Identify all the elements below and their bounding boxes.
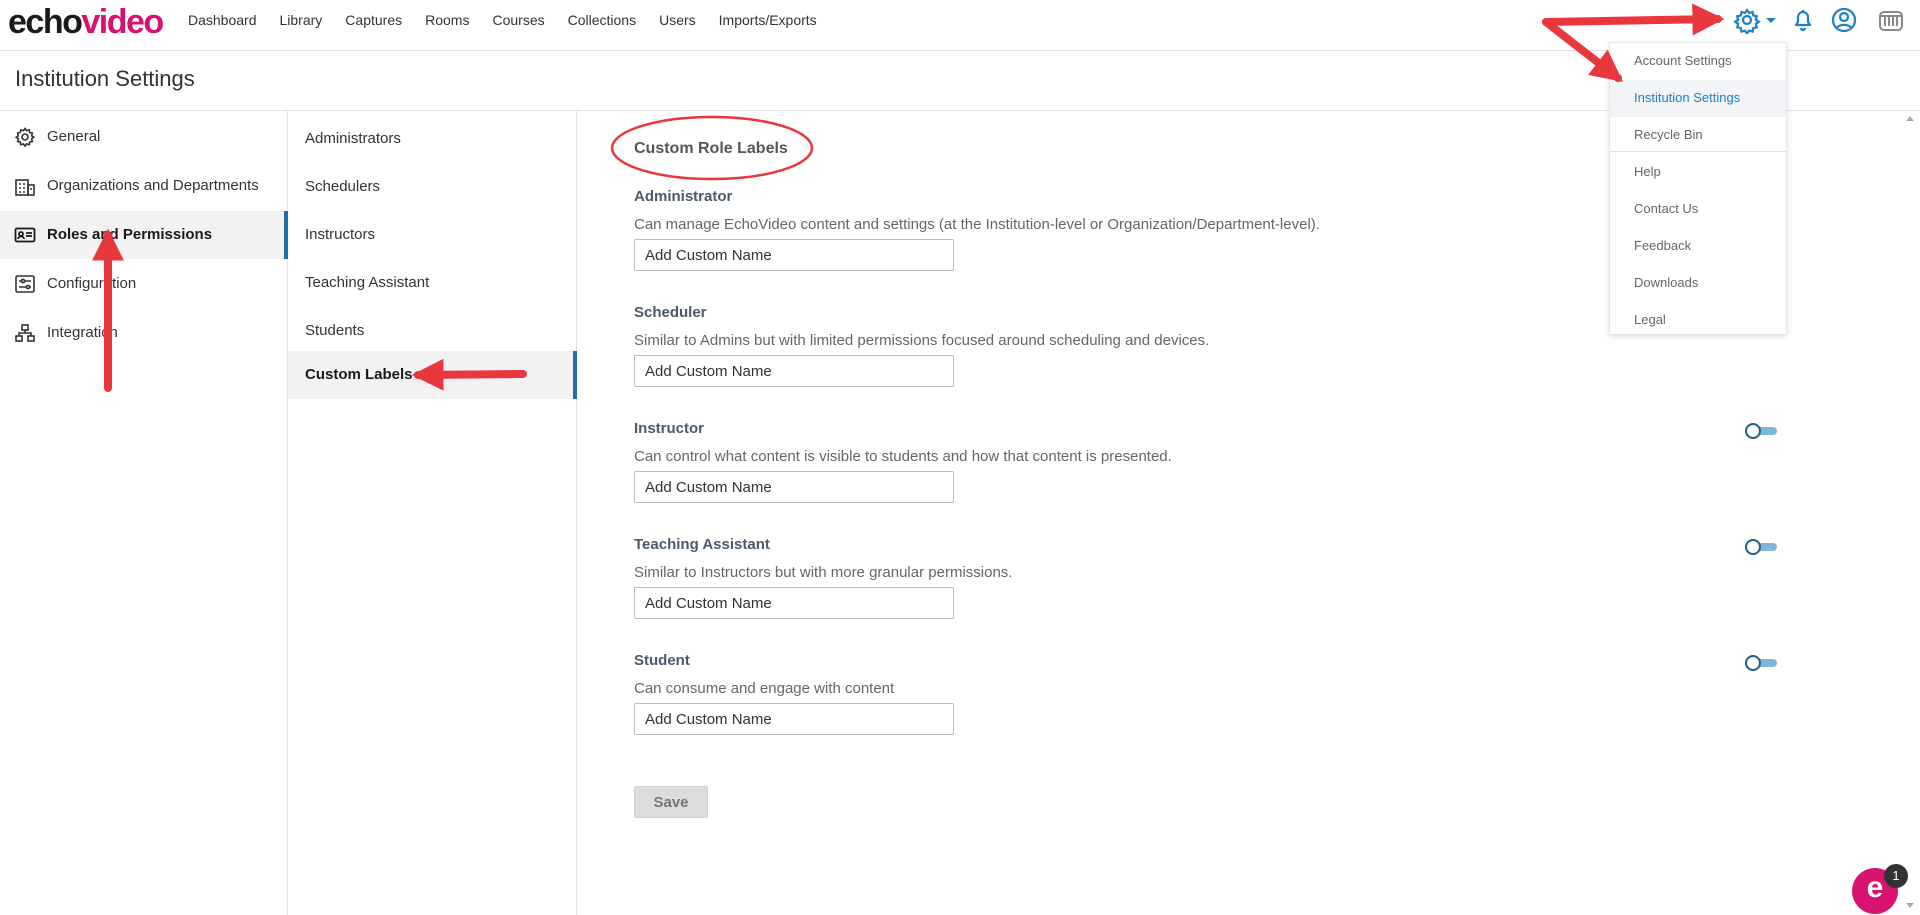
sidebar-item-label: General	[47, 128, 101, 145]
network-icon	[14, 323, 36, 343]
menu-item-institution-settings[interactable]: Institution Settings	[1610, 80, 1786, 117]
nav-users[interactable]: Users	[659, 12, 696, 28]
nav-courses[interactable]: Courses	[492, 12, 544, 28]
role-name: Student	[634, 652, 690, 669]
save-button[interactable]: Save	[634, 786, 708, 818]
main-nav: Dashboard Library Captures Rooms Courses…	[188, 0, 840, 40]
subnav-item-label: Custom Labels	[305, 366, 413, 383]
subnav-item-label: Students	[305, 322, 365, 339]
menu-item-label: Recycle Bin	[1634, 127, 1703, 142]
subnav-item-instructors[interactable]: Instructors	[288, 211, 577, 259]
teaching-assistant-custom-name-input[interactable]	[634, 587, 954, 619]
subnav-item-label: Teaching Assistant	[305, 274, 430, 291]
menu-item-help[interactable]: Help	[1610, 154, 1786, 191]
menu-item-label: Legal	[1634, 312, 1666, 327]
menu-item-label: Downloads	[1634, 275, 1699, 290]
administrator-custom-name-input[interactable]	[634, 239, 954, 271]
toggle-knob	[1745, 539, 1761, 555]
sidebar-item-configuration[interactable]: Configuration	[0, 260, 288, 308]
teaching-assistant-toggle[interactable]	[1745, 539, 1779, 555]
settings-dropdown-menu: Account Settings Institution Settings Re…	[1609, 42, 1787, 335]
menu-item-label: Account Settings	[1634, 53, 1732, 68]
menu-item-feedback[interactable]: Feedback	[1610, 228, 1786, 265]
role-name: Scheduler	[634, 304, 707, 321]
subnav-item-teaching-assistant[interactable]: Teaching Assistant	[288, 259, 577, 307]
nav-captures[interactable]: Captures	[345, 12, 402, 28]
subnav-item-custom-labels[interactable]: Custom Labels	[288, 351, 577, 399]
sidebar-item-roles-permissions[interactable]: Roles and Permissions	[0, 211, 288, 259]
sliders-icon	[14, 274, 36, 294]
section-title: Custom Role Labels	[634, 140, 788, 157]
student-custom-name-input[interactable]	[634, 703, 954, 735]
toggle-knob	[1745, 655, 1761, 671]
subnav-item-label: Instructors	[305, 226, 376, 243]
nav-library[interactable]: Library	[280, 12, 323, 28]
nav-rooms[interactable]: Rooms	[425, 12, 469, 28]
building-icon	[14, 176, 36, 196]
gear-icon[interactable]	[1733, 6, 1761, 34]
logo-part-2: video	[81, 3, 164, 41]
menu-item-label: Institution Settings	[1634, 90, 1741, 105]
subnav-item-administrators[interactable]: Administrators	[288, 115, 577, 163]
scheduler-custom-name-input[interactable]	[634, 355, 954, 387]
subnav-item-label: Administrators	[305, 130, 401, 147]
menu-item-recycle-bin[interactable]: Recycle Bin	[1610, 117, 1786, 154]
nav-collections[interactable]: Collections	[568, 12, 636, 28]
caret-down-icon[interactable]	[1765, 6, 1777, 34]
menu-item-label: Contact Us	[1634, 201, 1699, 216]
roles-subnav: Administrators Schedulers Instructors Te…	[288, 111, 577, 915]
subnav-item-students[interactable]: Students	[288, 307, 577, 355]
role-block-student: Student Can consume and engage with cont…	[634, 652, 1834, 762]
scroll-up-arrow-icon[interactable]	[1905, 114, 1915, 122]
scroll-down-arrow-icon[interactable]	[1905, 902, 1915, 910]
role-description: Similar to Admins but with limited permi…	[634, 332, 1210, 349]
menu-item-contact-us[interactable]: Contact Us	[1610, 191, 1786, 228]
nav-imports-exports[interactable]: Imports/Exports	[719, 12, 817, 28]
sidebar-item-integration[interactable]: Integration	[0, 309, 288, 357]
id-card-icon	[14, 225, 36, 245]
echovideo-logo[interactable]: echovideo	[8, 2, 164, 42]
role-block-teaching-assistant: Teaching Assistant Similar to Instructor…	[634, 536, 1834, 646]
sidebar-item-label: Organizations and Departments	[47, 177, 259, 194]
gear-icon	[14, 127, 36, 147]
toggle-knob	[1745, 423, 1761, 439]
instructor-custom-name-input[interactable]	[634, 471, 954, 503]
menu-item-legal[interactable]: Legal	[1610, 302, 1786, 339]
page-title: Institution Settings	[15, 66, 195, 91]
institution-logo-icon[interactable]	[1877, 6, 1905, 34]
nav-dashboard[interactable]: Dashboard	[188, 12, 257, 28]
student-toggle[interactable]	[1745, 655, 1779, 671]
menu-item-account-settings[interactable]: Account Settings	[1610, 43, 1786, 80]
role-description: Can control what content is visible to s…	[634, 448, 1172, 465]
menu-item-downloads[interactable]: Downloads	[1610, 265, 1786, 302]
sidebar-item-general[interactable]: General	[0, 113, 288, 161]
settings-sidebar: General Organizations and Departments Ro…	[0, 111, 288, 915]
role-description: Can consume and engage with content	[634, 680, 895, 697]
menu-divider	[1610, 151, 1786, 152]
role-block-instructor: Instructor Can control what content is v…	[634, 420, 1834, 530]
subnav-item-schedulers[interactable]: Schedulers	[288, 163, 577, 211]
role-name: Administrator	[634, 188, 733, 205]
logo-part-1: echo	[8, 3, 83, 41]
instructor-toggle[interactable]	[1745, 423, 1779, 439]
role-name: Instructor	[634, 420, 705, 437]
menu-item-label: Help	[1634, 164, 1661, 179]
menu-item-label: Feedback	[1634, 238, 1692, 253]
chat-notification-badge: 1	[1884, 864, 1908, 888]
user-circle-icon[interactable]	[1830, 6, 1858, 34]
bell-icon[interactable]	[1789, 6, 1817, 34]
subnav-item-label: Schedulers	[305, 178, 381, 195]
sidebar-item-label: Roles and Permissions	[47, 226, 213, 243]
role-description: Similar to Instructors but with more gra…	[634, 564, 1013, 581]
sidebar-item-label: Integration	[47, 324, 118, 341]
role-description: Can manage EchoVideo content and setting…	[634, 216, 1320, 233]
sidebar-item-organizations[interactable]: Organizations and Departments	[0, 162, 288, 210]
sidebar-item-label: Configuration	[47, 275, 137, 292]
role-name: Teaching Assistant	[634, 536, 770, 553]
